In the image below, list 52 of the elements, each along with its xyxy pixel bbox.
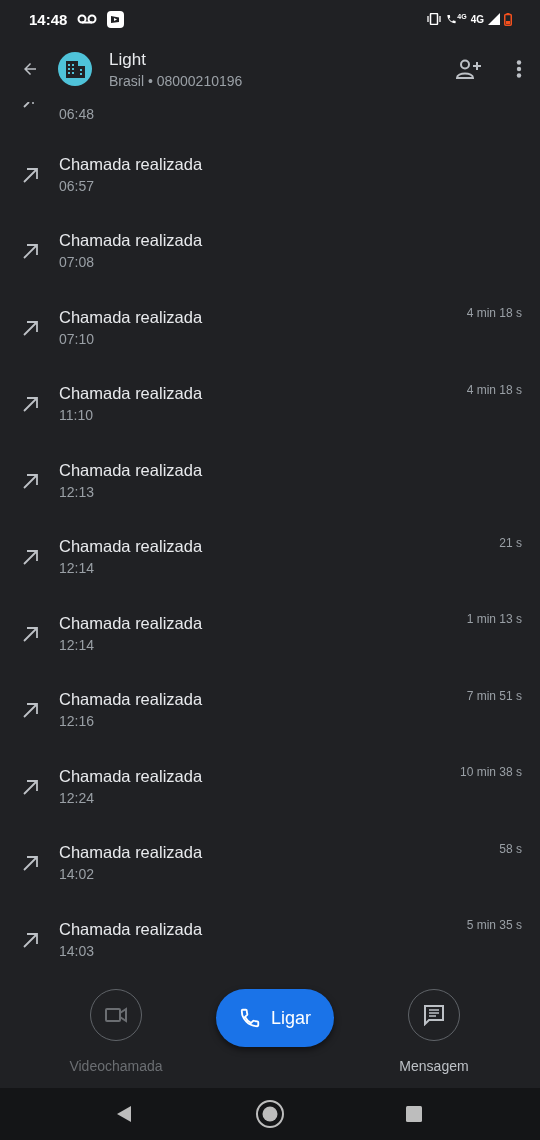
battery-icon: [504, 12, 512, 26]
home-nav-icon[interactable]: [254, 1099, 285, 1129]
call-time: 07:08: [59, 254, 96, 271]
call-time: 07:10: [59, 330, 96, 347]
contact-number: Brasil • 08000210196: [109, 72, 244, 89]
message-icon: [423, 1004, 445, 1026]
call-duration: 4 min 18 s: [466, 382, 522, 397]
call-time: 12:14: [59, 636, 96, 653]
call-button[interactable]: Ligar: [216, 989, 334, 1047]
network-label: 4G: [470, 13, 484, 25]
building-icon: [64, 58, 86, 80]
call-type: Chamada realizada: [59, 384, 204, 404]
call-duration: 1 min 13 s: [466, 612, 522, 626]
call-type: Chamada realizada: [59, 307, 204, 327]
phone-icon: [239, 1007, 261, 1029]
more-options-icon[interactable]: [516, 60, 522, 78]
call-time: 06:57: [59, 177, 96, 194]
call-type: Chamada realizada: [59, 154, 204, 174]
vibrate-icon: [426, 13, 443, 25]
call-time: 12:14: [59, 560, 96, 577]
call-duration: 10 min 38 s: [459, 765, 522, 779]
call-time: 12:16: [59, 713, 96, 730]
call-type: Chamada realizada: [59, 613, 204, 633]
voicemail-icon: [77, 14, 98, 24]
call-type: Chamada realizada: [59, 690, 204, 710]
call-duration: 4 min 18 s: [466, 306, 522, 320]
clock: 14:48: [29, 10, 68, 28]
action-label: Mensagem: [399, 1058, 469, 1074]
add-contact-icon[interactable]: [456, 59, 482, 79]
call-type: Chamada realizada: [59, 843, 204, 863]
phone-icon: [446, 13, 458, 25]
back-nav-icon[interactable]: [115, 1105, 133, 1123]
call-type: Chamada realizada: [59, 460, 204, 480]
call-type: Chamada realizada: [59, 537, 204, 557]
video-app-icon: [107, 10, 125, 28]
call-duration: 58 s: [499, 841, 522, 856]
action-label: Videochamada: [69, 1058, 163, 1074]
call-time: 12:13: [59, 483, 96, 500]
call-time: 06:48: [59, 106, 95, 122]
call-duration: 5 min 35 s: [466, 918, 522, 932]
call-type: Chamada realizada: [59, 919, 204, 939]
call-time: 11:10: [59, 407, 94, 424]
call-time: 14:03: [59, 942, 96, 959]
call-time: 14:02: [59, 866, 96, 883]
signal-icon: [488, 13, 500, 25]
call-duration: 21 s: [499, 535, 522, 550]
call-type: Chamada realizada: [59, 766, 204, 786]
call-time: 12:24: [59, 789, 96, 806]
call-type: Chamada realizada: [59, 231, 204, 251]
video-camera-icon: [105, 1007, 127, 1023]
contact-name: Light: [109, 49, 147, 70]
call-duration: 7 min 51 s: [466, 688, 522, 703]
